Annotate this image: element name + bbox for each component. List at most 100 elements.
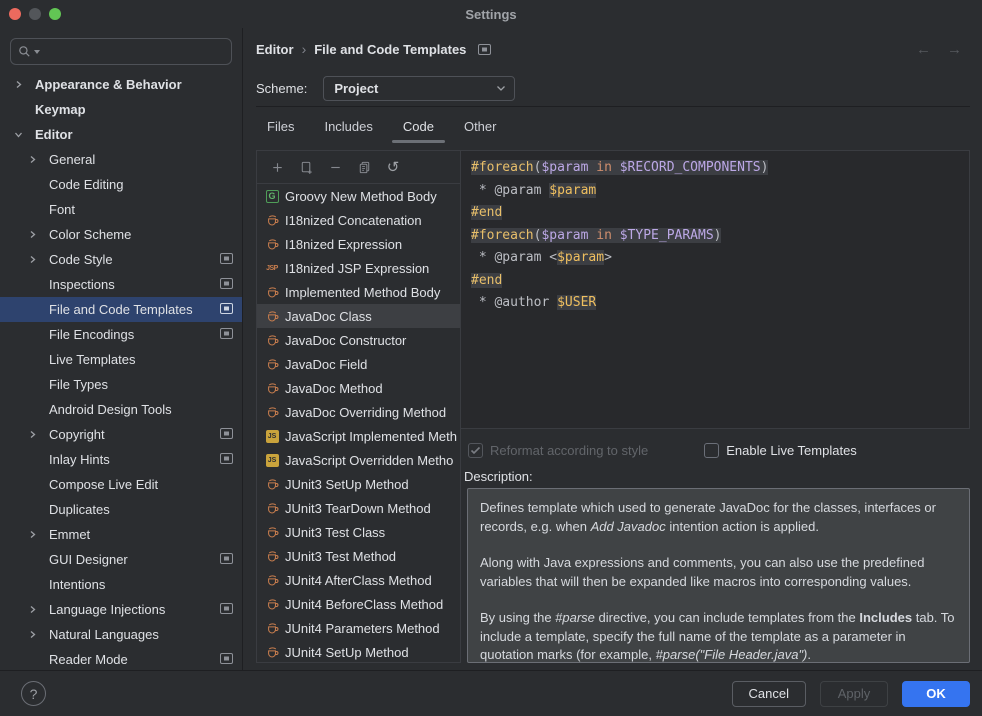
- ok-button[interactable]: OK: [902, 681, 970, 707]
- duplicate-icon[interactable]: [298, 159, 314, 175]
- reformat-label: Reformat according to style: [490, 443, 648, 458]
- help-button[interactable]: ?: [21, 681, 46, 706]
- tab-code[interactable]: Code: [403, 119, 434, 143]
- sidebar-item-emmet[interactable]: Emmet: [0, 522, 242, 547]
- template-item-label: JavaScript Implemented Meth: [285, 429, 457, 444]
- template-item-groovy-new-method-body[interactable]: GGroovy New Method Body: [257, 184, 460, 208]
- template-item-i18nized-jsp-expression[interactable]: JSPI18nized JSP Expression: [257, 256, 460, 280]
- search-field[interactable]: [10, 38, 232, 65]
- template-item-label: JUnit3 Test Class: [285, 525, 385, 540]
- sidebar-item-label: Reader Mode: [49, 652, 128, 667]
- sidebar-item-android-design-tools[interactable]: Android Design Tools: [0, 397, 242, 422]
- sidebar-item-file-and-code-templates[interactable]: File and Code Templates: [0, 297, 242, 322]
- sidebar-item-inlay-hints[interactable]: Inlay Hints: [0, 447, 242, 472]
- template-item-junit4-beforeclass-method[interactable]: JUnit4 BeforeClass Method: [257, 592, 460, 616]
- modified-indicator-icon: [220, 602, 233, 617]
- template-item-javadoc-constructor[interactable]: JavaDoc Constructor: [257, 328, 460, 352]
- template-item-junit4-parameters-method[interactable]: JUnit4 Parameters Method: [257, 616, 460, 640]
- java-class-icon: [265, 334, 279, 347]
- tab-other[interactable]: Other: [464, 119, 497, 143]
- template-item-junit3-test-class[interactable]: JUnit3 Test Class: [257, 520, 460, 544]
- scheme-label: Scheme:: [256, 81, 307, 96]
- sidebar-item-code-style[interactable]: Code Style: [0, 247, 242, 272]
- template-item-junit3-teardown-method[interactable]: JUnit3 TearDown Method: [257, 496, 460, 520]
- breadcrumb-editor[interactable]: Editor: [256, 42, 294, 57]
- template-item-javascript-overridden-metho[interactable]: JSJavaScript Overridden Metho: [257, 448, 460, 472]
- reset-icon[interactable]: ↺: [385, 159, 401, 175]
- sidebar-item-label: Keymap: [35, 102, 86, 117]
- sidebar-item-color-scheme[interactable]: Color Scheme: [0, 222, 242, 247]
- modified-indicator-icon: [220, 552, 233, 567]
- add-icon[interactable]: [269, 159, 285, 175]
- sidebar-item-general[interactable]: General: [0, 147, 242, 172]
- sidebar-item-file-types[interactable]: File Types: [0, 372, 242, 397]
- sidebar-item-label: Intentions: [49, 577, 105, 592]
- sidebar-item-label: Editor: [35, 127, 73, 142]
- chevron-right-icon[interactable]: [28, 255, 49, 264]
- sidebar-item-inspections[interactable]: Inspections: [0, 272, 242, 297]
- back-button[interactable]: ←: [916, 41, 931, 58]
- sidebar-item-copyright[interactable]: Copyright: [0, 422, 242, 447]
- chevron-down-icon[interactable]: [14, 130, 35, 139]
- sidebar-item-duplicates[interactable]: Duplicates: [0, 497, 242, 522]
- settings-sidebar: Appearance & Behavior Keymap Editor General…: [0, 28, 243, 670]
- chevron-right-icon[interactable]: [28, 630, 49, 639]
- tab-files[interactable]: Files: [267, 119, 294, 143]
- template-options: Reformat according to style Enable Live …: [461, 437, 970, 463]
- live-templates-checkbox[interactable]: Enable Live Templates: [704, 443, 857, 458]
- template-item-label: Implemented Method Body: [285, 285, 440, 300]
- template-item-javadoc-overriding-method[interactable]: JavaDoc Overriding Method: [257, 400, 460, 424]
- scheme-dropdown[interactable]: Project: [323, 76, 515, 101]
- sidebar-item-reader-mode[interactable]: Reader Mode: [0, 647, 242, 670]
- java-class-icon: [265, 526, 279, 539]
- template-item-junit4-afterclass-method[interactable]: JUnit4 AfterClass Method: [257, 568, 460, 592]
- title-bar: Settings: [0, 0, 982, 28]
- live-templates-label: Enable Live Templates: [726, 443, 857, 458]
- template-code-editor[interactable]: #foreach($param in $RECORD_COMPONENTS) *…: [461, 150, 970, 429]
- chevron-right-icon[interactable]: [28, 605, 49, 614]
- chevron-right-icon[interactable]: [14, 80, 35, 89]
- template-item-junit3-test-method[interactable]: JUnit3 Test Method: [257, 544, 460, 568]
- sidebar-item-code-editing[interactable]: Code Editing: [0, 172, 242, 197]
- forward-button[interactable]: →: [947, 41, 962, 58]
- template-item-label: Groovy New Method Body: [285, 189, 437, 204]
- template-item-implemented-method-body[interactable]: Implemented Method Body: [257, 280, 460, 304]
- sidebar-item-file-encodings[interactable]: File Encodings: [0, 322, 242, 347]
- template-item-javascript-implemented-meth[interactable]: JSJavaScript Implemented Meth: [257, 424, 460, 448]
- sidebar-item-natural-languages[interactable]: Natural Languages: [0, 622, 242, 647]
- sidebar-item-font[interactable]: Font: [0, 197, 242, 222]
- template-tabs: Files Includes Code Other: [256, 107, 970, 150]
- chevron-right-icon[interactable]: [28, 155, 49, 164]
- template-item-javadoc-field[interactable]: JavaDoc Field: [257, 352, 460, 376]
- tab-includes[interactable]: Includes: [324, 119, 372, 143]
- sidebar-item-editor[interactable]: Editor: [0, 122, 242, 147]
- template-item-label: I18nized Expression: [285, 237, 402, 252]
- template-list-toolbar: ↺: [257, 151, 460, 184]
- template-item-junit3-setup-method[interactable]: JUnit3 SetUp Method: [257, 472, 460, 496]
- template-item-javadoc-method[interactable]: JavaDoc Method: [257, 376, 460, 400]
- sidebar-item-appearance-behavior[interactable]: Appearance & Behavior: [0, 72, 242, 97]
- template-item-i18nized-concatenation[interactable]: I18nized Concatenation: [257, 208, 460, 232]
- search-input[interactable]: [43, 44, 224, 59]
- template-item-junit4-setup-method[interactable]: JUnit4 SetUp Method: [257, 640, 460, 662]
- sidebar-item-gui-designer[interactable]: GUI Designer: [0, 547, 242, 572]
- template-item-javadoc-class[interactable]: JavaDoc Class: [257, 304, 460, 328]
- modified-indicator-icon: [220, 427, 233, 442]
- sidebar-item-language-injections[interactable]: Language Injections: [0, 597, 242, 622]
- chevron-right-icon[interactable]: [28, 430, 49, 439]
- search-options-icon[interactable]: [34, 50, 40, 54]
- cancel-button[interactable]: Cancel: [732, 681, 806, 707]
- java-class-icon: [265, 622, 279, 635]
- breadcrumb-page-title: File and Code Templates: [314, 42, 466, 57]
- chevron-right-icon[interactable]: [28, 230, 49, 239]
- sidebar-item-live-templates[interactable]: Live Templates: [0, 347, 242, 372]
- remove-icon[interactable]: [327, 159, 343, 175]
- templates-content: ↺ GGroovy New Method BodyI18nized Concat…: [256, 150, 970, 663]
- copy-icon[interactable]: [356, 159, 372, 175]
- sidebar-item-intentions[interactable]: Intentions: [0, 572, 242, 597]
- sidebar-item-keymap[interactable]: Keymap: [0, 97, 242, 122]
- sidebar-item-label: Appearance & Behavior: [35, 77, 182, 92]
- sidebar-item-compose-live-edit[interactable]: Compose Live Edit: [0, 472, 242, 497]
- chevron-right-icon[interactable]: [28, 530, 49, 539]
- template-item-i18nized-expression[interactable]: I18nized Expression: [257, 232, 460, 256]
